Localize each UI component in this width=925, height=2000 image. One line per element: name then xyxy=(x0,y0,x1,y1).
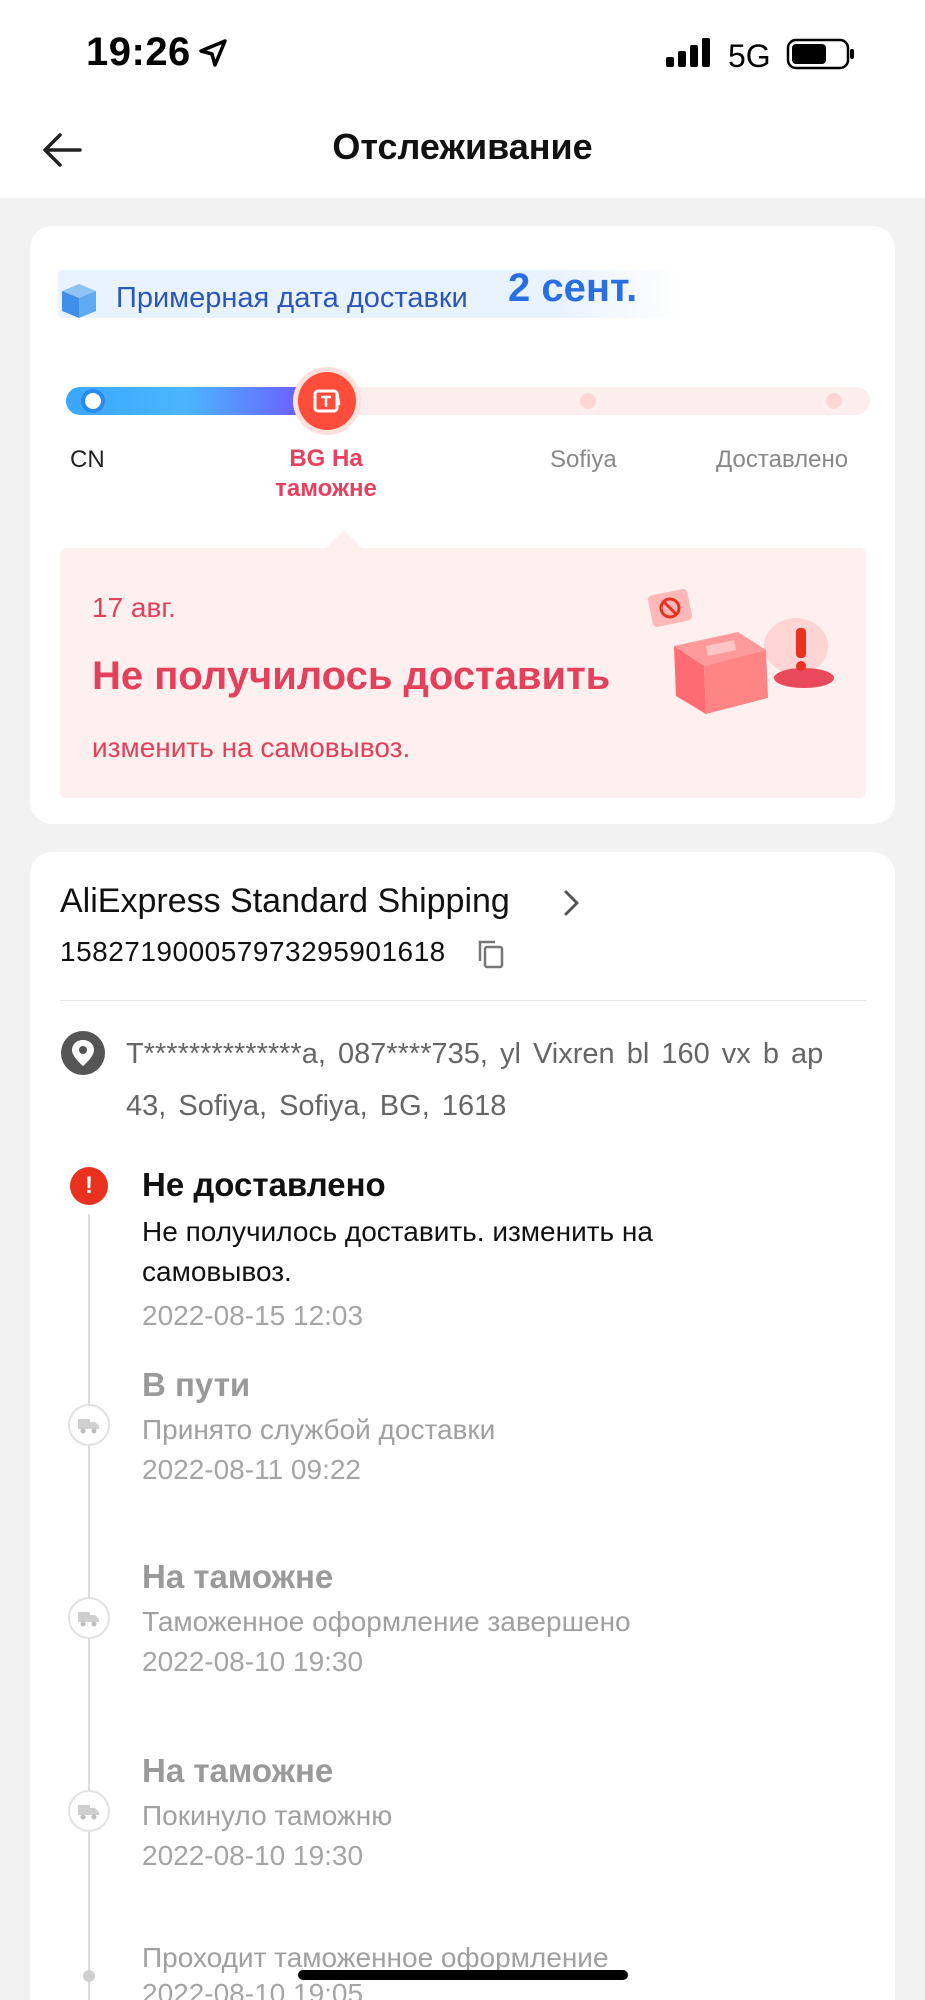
parcel-icon xyxy=(62,284,96,318)
signal-icon xyxy=(666,38,710,67)
stage-dot-sofiya xyxy=(576,389,600,413)
estimate-label: Примерная дата доставки xyxy=(116,282,468,314)
divider xyxy=(60,1000,866,1001)
event-time: 2022-08-10 19:30 xyxy=(142,1646,364,1677)
stage-label-cn: CN xyxy=(70,446,105,473)
delivery-progress-card: Примерная дата доставки 2 сент. CN BG На… xyxy=(30,226,895,824)
stage-label-sofiya: Sofiya xyxy=(550,446,617,473)
event-time: 2022-08-10 19:05 xyxy=(142,1978,364,2000)
event-title: На таможне xyxy=(142,1558,334,1595)
stage-label-delivered: Доставлено xyxy=(716,446,849,473)
event-description: Не получилось доставить. изменить на сам… xyxy=(142,1216,653,1287)
event-description: Таможенное оформление завершено xyxy=(142,1606,631,1637)
network-type: 5G xyxy=(728,38,771,74)
failed-parcel-illustration-icon xyxy=(647,588,834,714)
notice-subtitle[interactable]: изменить на самовывоз. xyxy=(92,732,410,764)
tracking-number: 15827190005797329590​1618 xyxy=(60,936,446,967)
status-time: 19:26 xyxy=(86,30,191,74)
event-time: 2022-08-10 19:30 xyxy=(142,1840,364,1871)
notice-pointer xyxy=(326,530,362,548)
shipping-details-card: AliExpress Standard Shipping 15827190005… xyxy=(30,852,895,2000)
location-arrow-icon xyxy=(199,39,227,67)
stage-label-current: BG На таможне xyxy=(275,445,377,502)
event-title: Не доставлено xyxy=(142,1166,386,1203)
battery-icon xyxy=(786,38,854,70)
chevron-right-icon[interactable] xyxy=(558,888,584,918)
page-title: Отслеживание xyxy=(332,126,593,167)
truck-icon xyxy=(68,1597,110,1639)
delivery-address: T**************a, 087****735, yl Vixren … xyxy=(126,1038,824,1122)
progress-fill xyxy=(66,387,336,415)
timeline-dot xyxy=(83,1970,95,1982)
notice-date: 17 авг. xyxy=(92,592,176,623)
event-description: Принято службой доставки xyxy=(142,1414,496,1445)
stage-dot-delivered xyxy=(822,389,846,413)
event-time: 2022-08-11 09:22 xyxy=(142,1454,361,1485)
copy-icon[interactable] xyxy=(476,938,506,970)
home-indicator xyxy=(298,1970,628,1980)
customs-box-icon xyxy=(313,389,341,413)
truck-icon xyxy=(68,1790,110,1832)
event-title: В пути xyxy=(142,1366,251,1403)
truck-icon xyxy=(68,1404,110,1446)
notice-title: Не получилось доставить xyxy=(92,654,611,698)
carrier-name[interactable]: AliExpress Standard Shipping xyxy=(60,882,510,921)
stage-dot-cn xyxy=(81,389,105,413)
event-time: 2022-08-15 12:03 xyxy=(142,1300,364,1331)
event-title: На таможне xyxy=(142,1752,334,1789)
location-pin-icon xyxy=(61,1031,105,1075)
estimate-date: 2 сент. xyxy=(508,266,638,310)
event-description: Покинуло таможню xyxy=(142,1800,393,1831)
alert-icon: ! xyxy=(70,1167,108,1205)
